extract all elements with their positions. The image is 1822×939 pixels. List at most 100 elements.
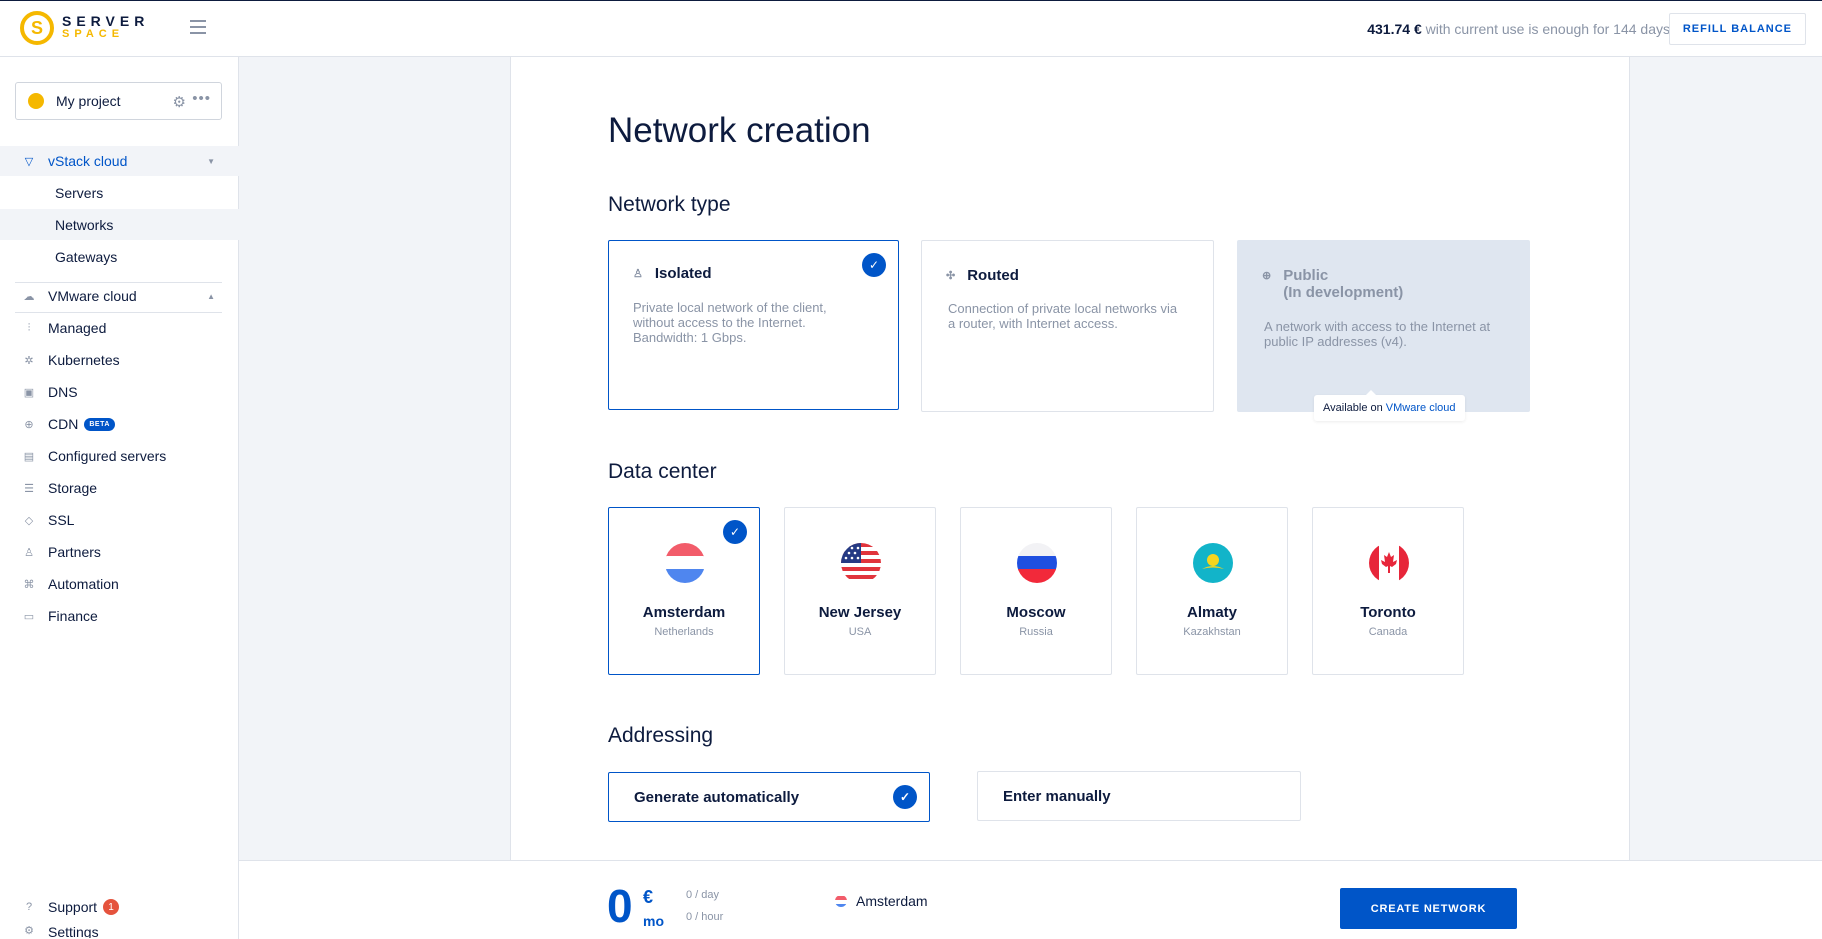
page-title: Network creation [608, 111, 871, 150]
globe-icon: ⊕ [24, 418, 34, 431]
network-type-public: ⊕ Public (In development) A network with … [1237, 240, 1530, 421]
logo-text-server: SERVER [62, 13, 150, 29]
selected-location: Amsterdam [835, 893, 928, 909]
desc-line: Private local network of the client, [633, 300, 827, 315]
support-count-badge: 1 [103, 899, 120, 915]
managed-icon: ⫶ [27, 321, 31, 334]
price-period: mo [643, 913, 664, 929]
sidebar-item-label: Configured servers [48, 448, 167, 464]
balance-text: with current use is enough for 144 days [1421, 21, 1670, 37]
sidebar-item-label: VMware cloud [48, 288, 137, 304]
sidebar-subitem-networks[interactable]: Networks [0, 209, 239, 240]
canada-flag-icon [1369, 543, 1409, 583]
datacenter-moscow[interactable]: Moscow Russia [960, 507, 1112, 675]
gear-icon[interactable]: ⚙ [173, 93, 186, 111]
availability-tooltip: Available on VMware cloud [1314, 390, 1465, 421]
network-type-heading: Network type [608, 193, 731, 216]
datacenter-almaty[interactable]: Almaty Kazakhstan [1136, 507, 1288, 675]
command-icon: ⌘ [23, 578, 35, 591]
logo-text-space: SPACE [62, 28, 125, 40]
beta-badge: BETA [84, 417, 115, 431]
sidebar-item-finance[interactable]: ▭ Finance [0, 601, 239, 631]
datacenter-city: Amsterdam [642, 604, 726, 621]
chevron-down-icon: ▼ [207, 156, 215, 166]
more-icon[interactable]: ••• [192, 90, 211, 107]
desc-line: a router, with Internet access. [948, 316, 1118, 331]
sidebar-item-label: Partners [48, 544, 101, 560]
datacenter-country: USA [848, 626, 872, 638]
datacenter-toronto[interactable]: Toronto Canada [1312, 507, 1464, 675]
network-type-subtitle: (In development) [1283, 284, 1404, 301]
sidebar-item-dns[interactable]: ▣ DNS [0, 377, 239, 407]
addressing-generate-automatically[interactable]: Generate automatically ✓ [608, 772, 930, 822]
sidebar: My project ⚙ ••• ▽ vStack cloud ▼ Server… [0, 57, 239, 939]
sidebar-item-label: Kubernetes [48, 352, 120, 368]
russia-flag-icon [1017, 543, 1057, 583]
vmware-cloud-link[interactable]: VMware cloud [1386, 402, 1456, 414]
addressing-option-label: Enter manually [1003, 787, 1111, 805]
desc-line: A network with access to the Internet at [1264, 319, 1491, 334]
datacenter-country: Netherlands [654, 626, 714, 638]
globe-icon: ⊕ [1262, 270, 1272, 282]
network-type-isolated[interactable]: ♙ Isolated Private local network of the c… [608, 240, 899, 410]
addressing-heading: Addressing [608, 724, 714, 747]
sidebar-item-label: Support [48, 899, 98, 915]
addressing-option-label: Generate automatically [634, 788, 800, 806]
project-selector[interactable]: My project ⚙ ••• [15, 82, 222, 120]
order-summary-footer: 0 € mo 0 / day 0 / hour Amsterdam CREATE… [239, 860, 1822, 939]
sidebar-item-kubernetes[interactable]: ✲ Kubernetes [0, 345, 239, 375]
sidebar-item-label: vStack cloud [48, 153, 128, 169]
check-icon: ✓ [862, 253, 886, 277]
sidebar-item-ssl[interactable]: ◇ SSL [0, 505, 239, 535]
sidebar-item-partners[interactable]: ♙ Partners [0, 537, 239, 567]
selected-location-label: Amsterdam [856, 893, 928, 909]
tooltip-text: Available on [1323, 402, 1386, 414]
menu-toggle-icon[interactable] [190, 20, 206, 34]
network-type-routed[interactable]: ✣ Routed Connection of private local netw… [921, 240, 1214, 412]
top-bar: S SERVER SPACE 431.74 € with current use… [0, 0, 1822, 57]
balance-amount: 431.74 € [1367, 21, 1422, 37]
netherlands-flag-icon [835, 895, 847, 907]
sidebar-item-label: DNS [48, 384, 78, 400]
sidebar-item-vstack-cloud[interactable]: ▽ vStack cloud ▼ [0, 146, 239, 176]
sidebar-item-support[interactable]: ? Support 1 [0, 892, 239, 922]
network-type-desc: Private local network of the client, wit… [633, 300, 827, 345]
sidebar-item-label: Storage [48, 480, 98, 496]
sidebar-subitem-servers[interactable]: Servers [0, 177, 239, 208]
configured-servers-icon: ▤ [23, 450, 35, 463]
datacenter-new-jersey[interactable]: New Jersey USA [784, 507, 936, 675]
settings-icon: ⚙ [24, 925, 34, 937]
card-icon: ▭ [23, 610, 35, 623]
price-per-day: 0 / day [686, 889, 720, 901]
isolated-icon: ♙ [633, 268, 643, 280]
kubernetes-icon: ✲ [24, 354, 34, 367]
logo-mark: S [20, 11, 54, 45]
sidebar-item-configured-servers[interactable]: ▤ Configured servers [0, 441, 239, 471]
datacenter-amsterdam[interactable]: Amsterdam Netherlands ✓ [608, 507, 760, 675]
create-network-button[interactable]: CREATE NETWORK [1340, 888, 1517, 929]
price-value: 0 [607, 880, 633, 932]
refill-balance-button[interactable]: REFILL BALANCE [1668, 13, 1806, 45]
price-currency: € [643, 887, 654, 907]
storage-icon: ☰ [24, 482, 34, 495]
sidebar-item-automation[interactable]: ⌘ Automation [0, 569, 239, 599]
sidebar-item-settings[interactable]: ⚙ Settings [0, 924, 239, 938]
sidebar-subitem-gateways[interactable]: Gateways [0, 241, 239, 272]
network-type-desc: A network with access to the Internet at… [1264, 319, 1490, 349]
partners-icon: ♙ [24, 546, 34, 559]
logo[interactable]: S SERVER SPACE [20, 11, 149, 45]
network-type-desc: Connection of private local networks via… [948, 301, 1177, 331]
network-type-title: Public [1283, 267, 1329, 284]
kazakhstan-flag-icon [1193, 543, 1233, 583]
sidebar-item-cdn[interactable]: ⊕ CDN BETA [0, 409, 239, 439]
sidebar-item-managed[interactable]: ⫶ Managed [0, 313, 239, 343]
desc-line: public IP addresses (v4). [1264, 334, 1407, 349]
sidebar-item-storage[interactable]: ☰ Storage [0, 473, 239, 503]
datacenter-country: Canada [1368, 626, 1408, 638]
datacenter-city: Moscow [1006, 604, 1066, 621]
project-name: My project [56, 93, 121, 109]
network-type-title: Routed [967, 267, 1019, 284]
addressing-enter-manually[interactable]: Enter manually [977, 771, 1301, 821]
sidebar-item-vmware-cloud[interactable]: ☁ VMware cloud ▲ [0, 281, 239, 311]
datacenter-country: Kazakhstan [1183, 626, 1241, 638]
